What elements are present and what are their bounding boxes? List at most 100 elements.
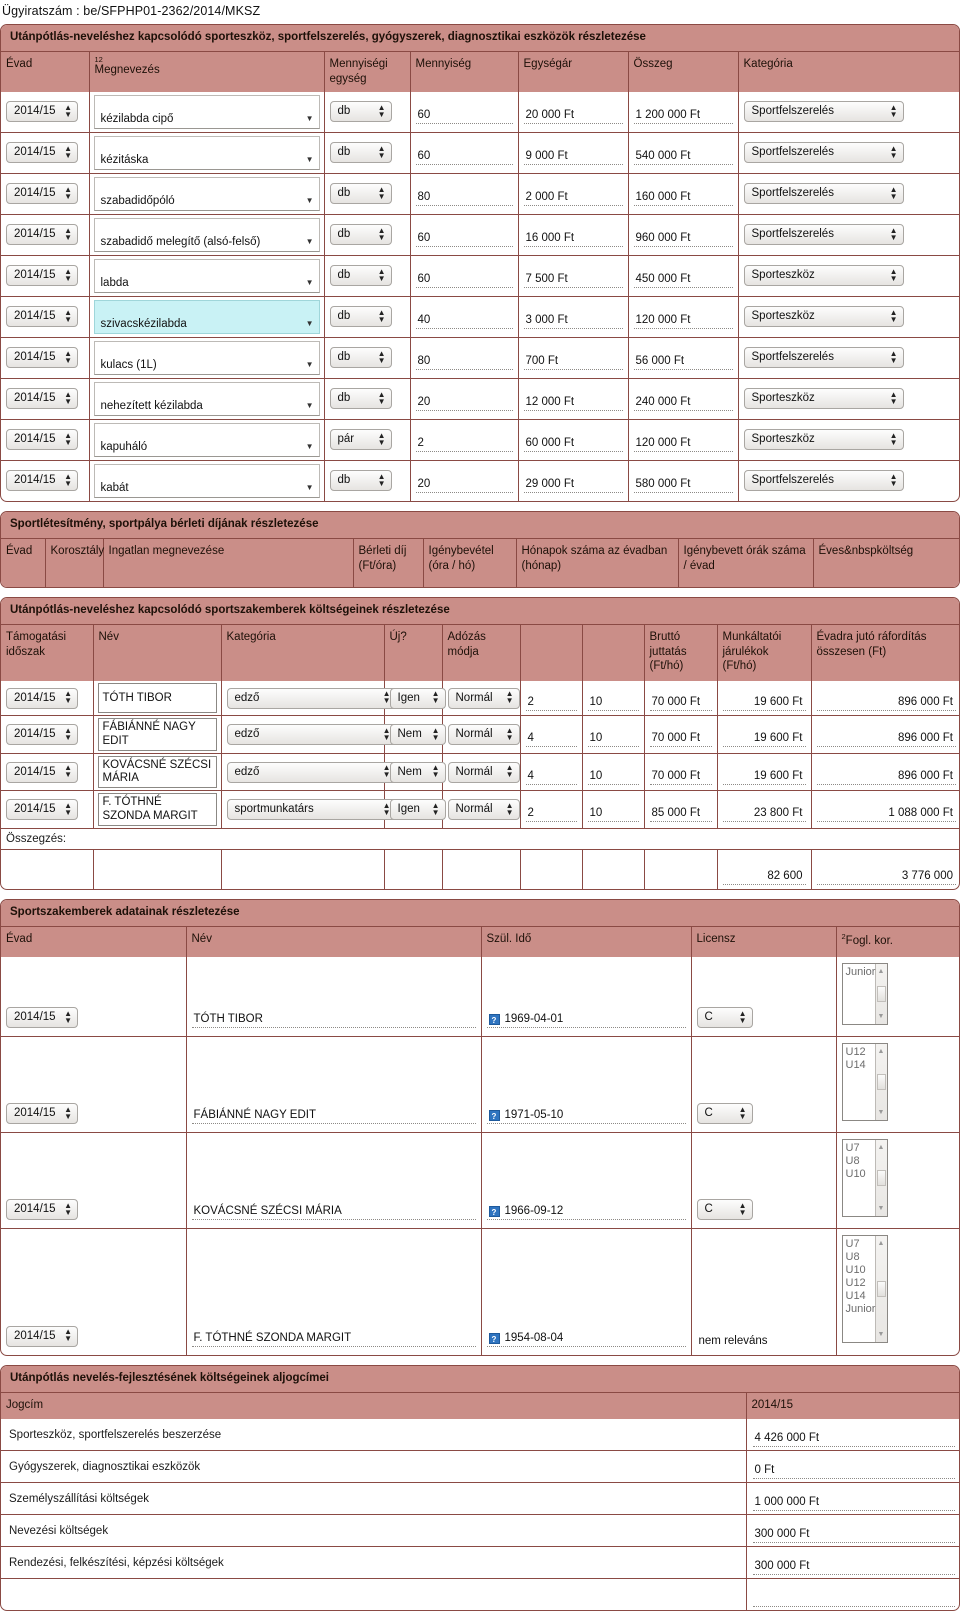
fogl-kor-option[interactable]: Junior xyxy=(846,1303,887,1316)
chevron-down-icon[interactable]: ▼ xyxy=(306,401,314,412)
scroll-down-icon[interactable]: ▼ xyxy=(878,1106,885,1119)
chevron-down-icon[interactable]: ▼ xyxy=(306,196,314,207)
up-down-arrows-icon[interactable]: ▲ ▼ xyxy=(378,390,388,406)
up-down-arrows-icon[interactable]: ▲ ▼ xyxy=(64,726,74,742)
scroll-down-icon[interactable]: ▼ xyxy=(878,1202,885,1215)
sd-nev-input-0[interactable]: TÓTH TIBOR xyxy=(191,1009,476,1029)
fogl-kor-option[interactable]: U14 xyxy=(846,1059,887,1072)
mennyiseg-input-7[interactable]: 20 xyxy=(415,392,513,412)
evad-spinner-0[interactable]: 2014/15 ▲ ▼ xyxy=(6,101,78,123)
fogl-kor-listbox-0[interactable]: Junior ▲ ▼ xyxy=(841,962,888,1025)
c1-input-0[interactable]: 2 xyxy=(525,692,577,711)
fogl-kor-listbox-3[interactable]: U7 U8 U10 U12 U14 Junior ▲ ▼ xyxy=(841,1235,888,1344)
scroll-down-icon[interactable]: ▼ xyxy=(878,1328,885,1341)
fogl-kor-option[interactable]: U7 xyxy=(846,1238,887,1251)
chevron-down-icon[interactable]: ▼ xyxy=(306,278,314,289)
sd-szul-ido-input-3[interactable]: ? 1954-08-04 xyxy=(486,1328,686,1347)
up-down-arrows-icon[interactable]: ▲ ▼ xyxy=(890,349,900,365)
scroll-down-icon[interactable]: ▼ xyxy=(878,1010,885,1023)
kategoria-select-4[interactable]: Sporteszköz ▲ ▼ xyxy=(743,265,904,287)
egyseg-select-7[interactable]: db ▲ ▼ xyxy=(329,388,392,410)
sd-evad-spinner-0[interactable]: 2014/15 ▲ ▼ xyxy=(6,1007,78,1029)
nev-input-0[interactable]: TÓTH TIBOR xyxy=(97,683,217,714)
kategoria-select-6[interactable]: Sportfelszerelés ▲ ▼ xyxy=(743,347,904,369)
up-down-arrows-icon[interactable]: ▲ ▼ xyxy=(890,472,900,488)
mennyiseg-input-6[interactable]: 80 xyxy=(415,351,513,371)
chevron-down-icon[interactable]: ▼ xyxy=(306,237,314,248)
egysegar-input-6[interactable]: 700 Ft xyxy=(523,351,623,371)
megnevezes-combo-5[interactable]: szivacskézilabda ▼ xyxy=(93,299,320,334)
fogl-kor-option[interactable]: U8 xyxy=(846,1251,887,1264)
subtitle-value-input-1[interactable]: 0 Ft xyxy=(752,1460,955,1480)
c2-input-2[interactable]: 10 xyxy=(587,766,639,785)
evad-spinner-6[interactable]: 2014/15 ▲ ▼ xyxy=(6,347,78,369)
up-down-arrows-icon[interactable]: ▲ ▼ xyxy=(890,144,900,160)
scrollbar-thumb[interactable] xyxy=(876,1074,886,1091)
subtitle-value-input-3[interactable]: 300 000 Ft xyxy=(752,1524,955,1544)
sd-evad-spinner-2[interactable]: 2014/15 ▲ ▼ xyxy=(6,1199,78,1221)
megnevezes-combo-6[interactable]: kulacs (1L) ▼ xyxy=(93,340,320,375)
brutto-input-1[interactable]: 70 000 Ft xyxy=(649,728,712,748)
up-down-arrows-icon[interactable]: ▲ ▼ xyxy=(890,390,900,406)
c2-input-1[interactable]: 10 xyxy=(587,728,639,748)
mennyiseg-input-3[interactable]: 60 xyxy=(415,228,513,248)
up-down-arrows-icon[interactable]: ▲ ▼ xyxy=(64,1328,74,1343)
mennyiseg-input-1[interactable]: 60 xyxy=(415,146,513,166)
sd-nev-input-2[interactable]: KOVÁCSNÉ SZÉCSI MÁRIA xyxy=(191,1201,476,1221)
brutto-input-3[interactable]: 85 000 Ft xyxy=(649,803,712,822)
kategoria-select-8[interactable]: Sporteszköz ▲ ▼ xyxy=(743,429,904,451)
up-down-arrows-icon[interactable]: ▲ ▼ xyxy=(378,472,388,488)
up-down-arrows-icon[interactable]: ▲ ▼ xyxy=(64,390,74,406)
adozas-select-0[interactable]: Normál ▲ ▼ xyxy=(447,687,520,709)
kategoria-select-5[interactable]: Sporteszköz ▲ ▼ xyxy=(743,306,904,328)
up-down-arrows-icon[interactable]: ▲ ▼ xyxy=(378,226,388,242)
up-down-arrows-icon[interactable]: ▲ ▼ xyxy=(890,267,900,283)
egysegar-input-0[interactable]: 20 000 Ft xyxy=(523,105,623,125)
sd-nev-input-1[interactable]: FÁBIÁNNÉ NAGY EDIT xyxy=(191,1105,476,1125)
up-down-arrows-icon[interactable]: ▲ ▼ xyxy=(378,308,388,324)
kategoria-select-0[interactable]: Sportfelszerelés ▲ ▼ xyxy=(743,101,904,123)
adozas-select-1[interactable]: Normál ▲ ▼ xyxy=(447,724,520,746)
evad-spinner-3[interactable]: 2014/15 ▲ ▼ xyxy=(6,224,78,246)
up-down-arrows-icon[interactable]: ▲ ▼ xyxy=(739,1009,749,1025)
egysegar-input-8[interactable]: 60 000 Ft xyxy=(523,433,623,453)
megnevezes-combo-1[interactable]: kézitáska ▼ xyxy=(93,135,320,170)
up-down-arrows-icon[interactable]: ▲ ▼ xyxy=(890,185,900,201)
licensz-select-1[interactable]: C ▲ ▼ xyxy=(696,1103,753,1125)
mennyiseg-input-8[interactable]: 2 xyxy=(415,433,513,453)
kategoria-select-2[interactable]: Sportfelszerelés ▲ ▼ xyxy=(743,183,904,205)
licensz-select-2[interactable]: C ▲ ▼ xyxy=(696,1199,753,1221)
egyseg-select-4[interactable]: db ▲ ▼ xyxy=(329,265,392,287)
staff-kategoria-select-0[interactable]: edző ▲ ▼ xyxy=(226,687,397,709)
megnevezes-combo-2[interactable]: szabadidőpóló ▼ xyxy=(93,176,320,211)
fogl-kor-listbox-2[interactable]: U7 U8 U10 ▲ ▼ xyxy=(841,1139,888,1218)
fogl-kor-option[interactable]: U12 xyxy=(846,1046,887,1059)
kategoria-select-9[interactable]: Sportfelszerelés ▲ ▼ xyxy=(743,470,904,492)
staff-kategoria-select-2[interactable]: edző ▲ ▼ xyxy=(226,761,397,783)
c2-input-0[interactable]: 10 xyxy=(587,692,639,711)
evad-spinner-4[interactable]: 2014/15 ▲ ▼ xyxy=(6,265,78,287)
egysegar-input-9[interactable]: 29 000 Ft xyxy=(523,474,623,494)
chevron-down-icon[interactable]: ▼ xyxy=(306,483,314,494)
up-down-arrows-icon[interactable]: ▲ ▼ xyxy=(64,764,74,779)
idoszak-spinner-2[interactable]: 2014/15 ▲ ▼ xyxy=(6,761,78,783)
up-down-arrows-icon[interactable]: ▲ ▼ xyxy=(378,431,388,447)
sd-evad-spinner-3[interactable]: 2014/15 ▲ ▼ xyxy=(6,1325,78,1347)
mennyiseg-input-0[interactable]: 60 xyxy=(415,105,513,125)
egyseg-select-9[interactable]: db ▲ ▼ xyxy=(329,470,392,492)
c1-input-1[interactable]: 4 xyxy=(525,728,577,748)
sd-szul-ido-input-0[interactable]: ? 1969-04-01 xyxy=(486,1009,686,1029)
up-down-arrows-icon[interactable]: ▲ ▼ xyxy=(378,103,388,119)
chevron-down-icon[interactable]: ▼ xyxy=(306,360,314,371)
up-down-arrows-icon[interactable]: ▲ ▼ xyxy=(506,764,516,779)
up-down-arrows-icon[interactable]: ▲ ▼ xyxy=(378,144,388,160)
megnevezes-combo-8[interactable]: kapuháló ▼ xyxy=(93,422,320,457)
egysegar-input-5[interactable]: 3 000 Ft xyxy=(523,310,623,330)
egysegar-input-4[interactable]: 7 500 Ft xyxy=(523,269,623,289)
up-down-arrows-icon[interactable]: ▲ ▼ xyxy=(506,690,516,705)
up-down-arrows-icon[interactable]: ▲ ▼ xyxy=(64,801,74,817)
uj-select-0[interactable]: Igen ▲ ▼ xyxy=(389,687,446,709)
idoszak-spinner-1[interactable]: 2014/15 ▲ ▼ xyxy=(6,724,78,746)
staff-kategoria-select-3[interactable]: sportmunkatárs ▲ ▼ xyxy=(226,799,397,820)
up-down-arrows-icon[interactable]: ▲ ▼ xyxy=(378,267,388,283)
